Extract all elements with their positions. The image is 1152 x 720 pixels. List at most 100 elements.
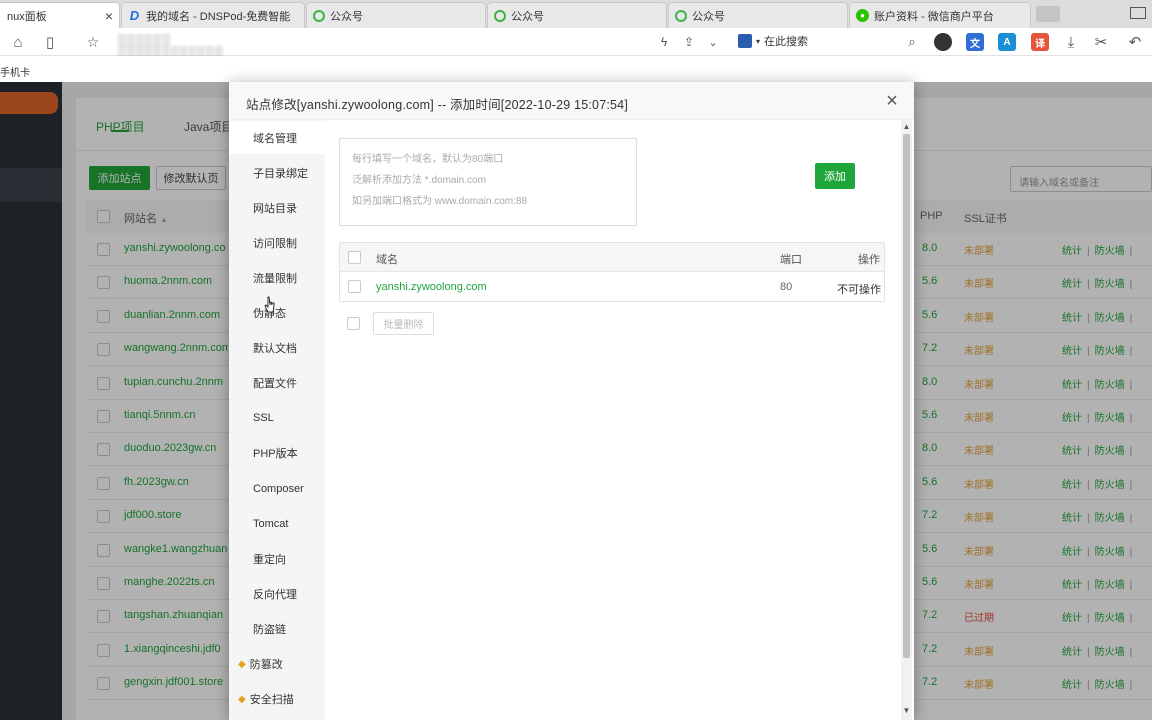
nav-item-label: Tomcat <box>253 517 289 530</box>
select-all-checkbox[interactable] <box>348 251 361 264</box>
nav-item-label: 反向代理 <box>253 588 297 601</box>
scroll-down-icon[interactable]: ▼ <box>901 706 912 715</box>
wechat-pay-icon: ● <box>856 9 869 22</box>
modal-nav: 域名管理子目录绑定网站目录访问限制流量限制伪静态默认文档配置文件 SSL PHP版本… <box>229 120 325 720</box>
nav-item[interactable]: 配置文件 <box>229 367 325 400</box>
placeholder-line: 每行填写一个域名，默认为80端口 <box>352 154 504 165</box>
nav-item[interactable]: 子目录绑定 <box>229 156 325 189</box>
search-engine-label: 在此搜索 <box>764 36 809 48</box>
column-header-domain: 域名 <box>376 254 398 266</box>
domain-action: 不可操作 <box>837 284 881 296</box>
mouse-cursor-icon <box>264 296 275 313</box>
url-field[interactable]: ▒▒▒▒▒▒ ▒▒▒▒▒▒▒▒▒▒▒▒ <box>118 34 268 58</box>
nav-item-label: 子目录绑定 <box>253 167 308 180</box>
browser-tab-wechat-pay[interactable]: ● 账户资料 - 微信商户平台 <box>849 2 1031 28</box>
nav-item[interactable]: 网站目录 <box>229 191 325 224</box>
wechat-mp-icon <box>313 9 325 22</box>
bookmarks-bar: 手机卡 <box>0 56 1152 82</box>
plugin-icon[interactable]: 译 <box>1031 33 1049 51</box>
nav-item-label: 防盗链 <box>253 623 286 636</box>
bulk-delete-button[interactable]: 批量删除 <box>373 312 434 335</box>
row-checkbox[interactable] <box>348 280 361 293</box>
share-icon[interactable]: ⇪ <box>680 31 698 53</box>
nav-item[interactable]: 流量限制 <box>229 261 325 294</box>
undo-icon[interactable]: ↶ <box>1124 31 1146 53</box>
browser-tab-title: 账户资料 - 微信商户平台 <box>874 10 994 23</box>
domain-port: 80 <box>780 281 793 293</box>
scrollbar-thumb[interactable] <box>903 134 910 658</box>
browser-tab-title: nux面板 <box>7 10 47 23</box>
nav-item-label: Composer <box>253 482 304 495</box>
nav-item[interactable]: Tomcat <box>229 507 325 540</box>
nav-item-label: 安全扫描 <box>249 694 294 707</box>
domain-table: 域名 端口 操作 yanshi.zywoolong.com 80 不可操作 <box>339 242 885 302</box>
nav-item[interactable]: PHP版本 <box>229 437 325 470</box>
nav-item[interactable]: ◆ 防篡改 <box>229 648 325 681</box>
browser-tab-title: 公众号 <box>692 10 725 23</box>
new-tab-button[interactable] <box>1036 6 1060 22</box>
dnspod-icon: D <box>129 8 140 23</box>
domain-textarea[interactable]: 每行填写一个域名，默认为80端口 泛解析添加方法 *.domain.com 如另… <box>339 138 637 226</box>
nav-item-label: PHP版本 <box>253 448 298 461</box>
nav-item-label: 访问限制 <box>253 237 297 250</box>
nav-item[interactable]: 重定向 <box>229 542 325 575</box>
domain-link[interactable]: yanshi.zywoolong.com <box>376 281 487 293</box>
scissors-icon[interactable]: ✂ <box>1090 31 1112 53</box>
nav-item-label: 配置文件 <box>253 378 297 391</box>
nav-item[interactable]: 默认文档 <box>229 332 325 365</box>
nav-item[interactable]: 访问限制 <box>229 226 325 259</box>
bulk-select-checkbox[interactable] <box>347 317 360 330</box>
nav-item-label: 流量限制 <box>253 272 297 285</box>
browser-tab-title: 公众号 <box>330 10 363 23</box>
browser-tab-title: 我的域名 - DNSPod-免费智能 <box>146 10 291 23</box>
add-domain-button[interactable]: 添加 <box>815 163 855 189</box>
download-icon[interactable]: ⤓ <box>1062 31 1080 53</box>
translate-a-icon[interactable]: A <box>998 33 1016 51</box>
address-bar: ⌂ ▯ ☆ ▒▒▒▒▒▒ ▒▒▒▒▒▒▒▒▒▒▒▒ ϟ ⇪ ⌄ ▾ 在此搜索 ⌕… <box>0 28 1152 58</box>
browser-tab-mp-2[interactable]: 公众号 <box>487 2 667 28</box>
modal-scrollbar[interactable]: ▲ ▼ <box>901 120 912 720</box>
reading-list-icon[interactable]: ▯ <box>38 31 62 53</box>
nav-item-label: 域名管理 <box>253 132 297 145</box>
browser-tab-title: 公众号 <box>511 10 544 23</box>
star-icon[interactable]: ☆ <box>82 31 104 53</box>
browser-tab-panel[interactable]: nux面板 × <box>0 2 120 28</box>
modal-title: 站点修改[yanshi.zywoolong.com] -- 添加时间[2022-… <box>246 98 628 112</box>
nav-item[interactable]: SSL <box>229 402 325 435</box>
nav-item[interactable]: 反向代理 <box>229 577 325 610</box>
placeholder-line: 如另加端口格式为 www.domain.com:88 <box>352 196 528 207</box>
browser-tab-mp-1[interactable]: 公众号 <box>306 2 486 28</box>
window-restore-icon[interactable] <box>1130 7 1146 19</box>
table-row: yanshi.zywoolong.com 80 不可操作 <box>340 272 884 302</box>
nav-item-label: 重定向 <box>253 553 286 566</box>
lightning-icon[interactable]: ϟ <box>655 31 673 53</box>
bookmark-item[interactable]: 手机卡 <box>0 64 30 79</box>
browser-tab-dnspod[interactable]: D 我的域名 - DNSPod-免费智能 <box>121 2 305 28</box>
nav-item[interactable]: 伪静态 <box>229 297 325 330</box>
home-icon[interactable]: ⌂ <box>6 31 30 53</box>
wechat-mp-icon <box>494 9 506 22</box>
nav-item[interactable]: ◆ 安全扫描 <box>229 683 325 716</box>
diamond-icon: ◆ <box>238 658 246 670</box>
search-engine-selector[interactable]: ▾ 在此搜索 <box>738 33 808 49</box>
browser-tab-mp-3[interactable]: 公众号 <box>668 2 848 28</box>
nav-item[interactable]: 防盗链 <box>229 612 325 645</box>
wechat-mp-icon <box>675 9 687 22</box>
modal-header: 站点修改[yanshi.zywoolong.com] -- 添加时间[2022-… <box>229 82 914 120</box>
nav-item-label: SSL <box>253 412 274 425</box>
domain-management-panel: 每行填写一个域名，默认为80端口 泛解析添加方法 *.domain.com 如另… <box>325 120 914 720</box>
site-edit-modal: 站点修改[yanshi.zywoolong.com] -- 添加时间[2022-… <box>229 82 914 720</box>
nav-item-label: 网站目录 <box>253 202 297 215</box>
close-icon[interactable]: × <box>105 8 113 24</box>
scroll-up-icon[interactable]: ▲ <box>901 122 912 131</box>
search-icon[interactable]: ⌕ <box>903 31 921 53</box>
column-header-action: 操作 <box>858 254 880 266</box>
nav-item-label: 默认文档 <box>253 343 297 356</box>
nav-item[interactable]: Composer <box>229 472 325 505</box>
close-icon[interactable]: × <box>881 90 903 112</box>
extension-icon[interactable] <box>934 33 952 51</box>
browser-tab-strip: nux面板 × D 我的域名 - DNSPod-免费智能 公众号 公众号 公众号… <box>0 0 1152 28</box>
chevron-down-icon[interactable]: ⌄ <box>704 31 722 53</box>
translate-icon[interactable]: 文 <box>966 33 984 51</box>
nav-item[interactable]: 域名管理 <box>229 121 325 154</box>
